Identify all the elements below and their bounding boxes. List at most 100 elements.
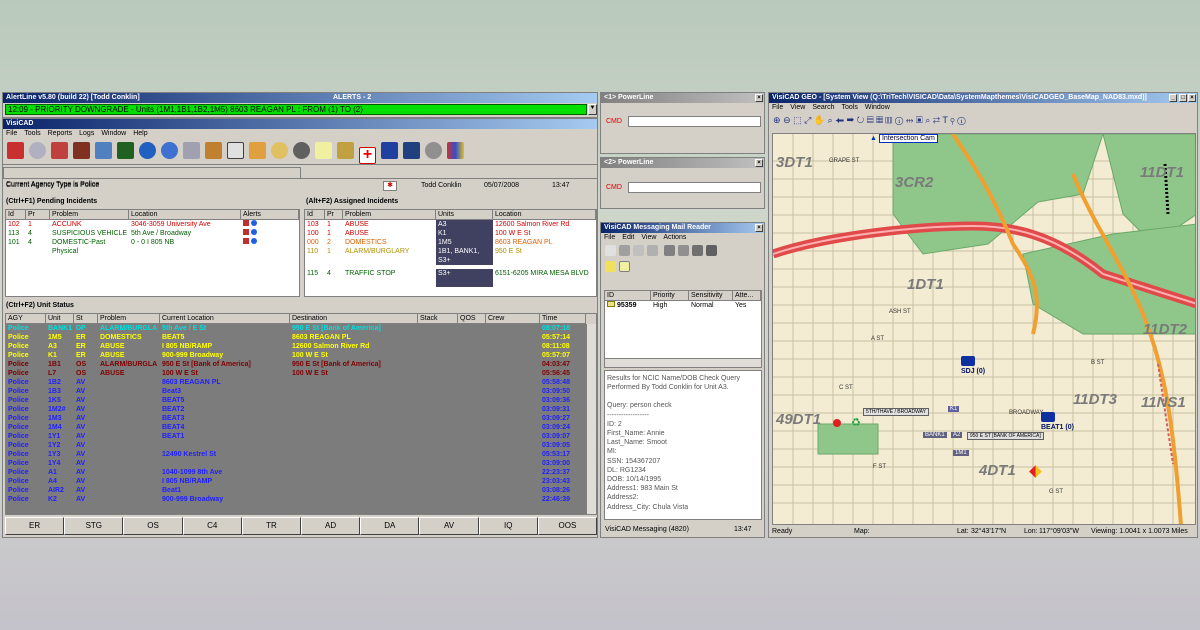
unit-bank1-marker[interactable]: BANK1 <box>923 432 947 438</box>
menu-window[interactable]: Window <box>101 130 126 137</box>
menu-tools[interactable]: Tools <box>842 104 858 111</box>
zoom-in-icon[interactable]: ⊕ <box>773 115 781 125</box>
incident-marker-red[interactable] <box>833 419 841 427</box>
menu-search[interactable]: Search <box>812 104 834 111</box>
col-problem[interactable]: Problem <box>50 210 129 220</box>
menu-help[interactable]: Help <box>133 130 147 137</box>
menu-edit[interactable]: Edit <box>622 234 634 241</box>
col-location[interactable]: Location <box>129 210 241 220</box>
col-id[interactable]: ID <box>605 291 651 301</box>
pending-incidents-grid[interactable]: Id Pr Problem Location Alerts 102 1 ACCUNK 3046… <box>5 209 300 297</box>
zoom-box-icon[interactable]: ⬚ <box>793 115 802 125</box>
unit-status-row[interactable]: Police 1M4 AV BEAT4 03:09:24 <box>6 423 596 432</box>
col-units[interactable]: Units <box>436 210 493 220</box>
unit-status-row[interactable]: Police 1Y4 AV 03:09:00 <box>6 459 596 468</box>
status-button-er[interactable]: ER <box>5 517 65 535</box>
col-pr[interactable]: Pr <box>325 210 343 220</box>
col-pr[interactable]: Pr <box>26 210 50 220</box>
unit-status-row[interactable]: Police K1 ER ABUSE 900-999 Broadway 100 W E S… <box>6 351 596 360</box>
unit-scrollbar[interactable] <box>586 324 596 514</box>
notes-icon[interactable] <box>619 261 630 272</box>
alert-dropdown-button[interactable]: ▼ <box>588 104 597 115</box>
pending-incident-row[interactable]: 101 4 DOMESTIC-Past Physical 0 - 0 I 805 NB <box>6 238 299 256</box>
zoom-out-icon[interactable]: ⊖ <box>783 115 791 125</box>
info-icon[interactable] <box>161 142 178 159</box>
col-time[interactable]: Time <box>540 314 586 324</box>
status-button-ad[interactable]: AD <box>301 517 361 535</box>
assigned-incident-row[interactable]: 000 2 DOMESTICS 1M5 8603 REAGAN PL <box>305 238 596 247</box>
table-icon[interactable]: ▦ <box>876 115 883 125</box>
col-destination[interactable]: Destination <box>290 314 418 324</box>
intersection-cam-marker[interactable]: ▲ Intersection Cam <box>870 134 938 143</box>
col-crew[interactable]: Crew <box>486 314 540 324</box>
refresh-icon[interactable]: ↻ <box>857 115 865 125</box>
gear-icon[interactable] <box>337 142 354 159</box>
attach-icon[interactable] <box>678 245 689 256</box>
folder-icon[interactable] <box>605 261 616 272</box>
hand-icon[interactable] <box>249 142 266 159</box>
book-icon[interactable] <box>227 142 244 159</box>
delete-icon[interactable] <box>633 245 644 256</box>
assigned-incident-row[interactable]: 100 1 ABUSE K1 100 W E St <box>305 229 596 238</box>
unit-status-row[interactable]: Police A3 ER ABUSE I 805 NB/RAMP 12600 Salmon… <box>6 342 596 351</box>
unit-status-row[interactable]: Police 1B1 OS ALARM/BURGLA 950 E St [Bank of… <box>6 360 596 369</box>
select-icon[interactable]: ▣ <box>916 115 923 125</box>
unit-status-row[interactable]: Police 1M5 ER DOMESTICS BEAT5 8603 REAGAN PL 0… <box>6 333 596 342</box>
alarm-icon[interactable]: ✱ <box>383 181 397 191</box>
clock-icon[interactable] <box>29 142 46 159</box>
col-agy[interactable]: AGY <box>6 314 46 324</box>
col-id[interactable]: Id <box>6 210 26 220</box>
col-qos[interactable]: QOS <box>458 314 486 324</box>
unit-status-row[interactable]: Police K2 AV 900-999 Broadway 22:46:39 <box>6 495 596 504</box>
unit-marker-beat1[interactable]: BEAT1 (0) <box>1041 412 1074 431</box>
dog-icon[interactable] <box>271 142 288 159</box>
new-mail-icon[interactable] <box>605 245 616 256</box>
col-st[interactable]: St <box>74 314 98 324</box>
status-button-os[interactable]: OS <box>123 517 183 535</box>
unit-status-row[interactable]: Police 1Y2 AV 03:09:05 <box>6 441 596 450</box>
zoom-extent-icon[interactable]: ⤢ <box>804 115 811 125</box>
col-problem[interactable]: Problem <box>343 210 436 220</box>
monitor-icon[interactable] <box>117 142 134 159</box>
text-icon[interactable]: T <box>942 115 947 125</box>
status-button-av[interactable]: AV <box>419 517 479 535</box>
route-icon[interactable]: ⇄ <box>933 115 940 125</box>
location-tag-broadway[interactable]: 5TH/THAVE / BROADWAY <box>863 408 929 416</box>
forward-icon[interactable] <box>664 245 675 256</box>
assigned-incidents-grid[interactable]: Id Pr Problem Units Location 103 1 ABUSE A3 1260… <box>304 209 597 297</box>
unit-marker-sdj[interactable]: SDJ (0) <box>961 356 985 375</box>
cmd-input-2[interactable] <box>628 182 761 193</box>
close-icon[interactable]: × <box>755 159 763 167</box>
pencils-icon[interactable] <box>447 142 464 159</box>
col-stack[interactable]: Stack <box>418 314 458 324</box>
col-current-location[interactable]: Current Location <box>160 314 290 324</box>
legend-icon[interactable]: ▥ <box>886 115 893 125</box>
pending-incident-row[interactable]: 102 1 ACCUNK 3046-3059 University Ave <box>6 220 299 229</box>
pin-icon[interactable]: ⚲ <box>950 115 954 125</box>
message-list[interactable]: ID Priority Sensitivity Atte... 95359 High No… <box>604 290 762 368</box>
cancel-icon[interactable] <box>51 142 68 159</box>
col-priority[interactable]: Priority <box>651 291 689 301</box>
status-button-stg[interactable]: STG <box>64 517 124 535</box>
message-body[interactable]: Results for NCIC Name/DOB Check Query Per… <box>604 370 762 520</box>
unit-k1-marker[interactable]: K1 <box>948 406 960 412</box>
find-icon[interactable] <box>692 245 703 256</box>
hat-icon[interactable] <box>403 142 420 159</box>
map-canvas[interactable]: 3DT1 11DT1 3CR2 1DT1 11DT2 49DT1 11DT3 1… <box>772 133 1196 525</box>
print-icon[interactable] <box>619 245 630 256</box>
alert-message-bar[interactable]: 12:09 - PRIORITY DOWNGRADE - Units (1M1,… <box>5 104 587 115</box>
location-tag-bank[interactable]: 950 E ST [BANK OF AMERICA] <box>967 432 1044 440</box>
forward-icon[interactable]: ➡ <box>847 115 854 125</box>
menu-view[interactable]: View <box>641 234 656 241</box>
col-problem[interactable]: Problem <box>98 314 160 324</box>
tire-icon[interactable] <box>425 142 442 159</box>
unit-status-row[interactable]: Police 1B2 AV 8603 REAGAN PL 05:58:48 <box>6 378 596 387</box>
menu-reports[interactable]: Reports <box>48 130 73 137</box>
message-row[interactable]: 95359 High Normal Yes <box>605 301 761 311</box>
col-location[interactable]: Location <box>493 210 596 220</box>
unit-status-row[interactable]: Police BANK1 DP ALARM/BURGLA 5th Ave / E St 9… <box>6 324 596 333</box>
flag-icon[interactable] <box>706 245 717 256</box>
menu-window[interactable]: Window <box>865 104 890 111</box>
unit-status-row[interactable]: Police A1 AV 1040-1099 8th Ave 22:23:37 <box>6 468 596 477</box>
unit-status-row[interactable]: Police 1Y1 AV BEAT1 03:09:07 <box>6 432 596 441</box>
